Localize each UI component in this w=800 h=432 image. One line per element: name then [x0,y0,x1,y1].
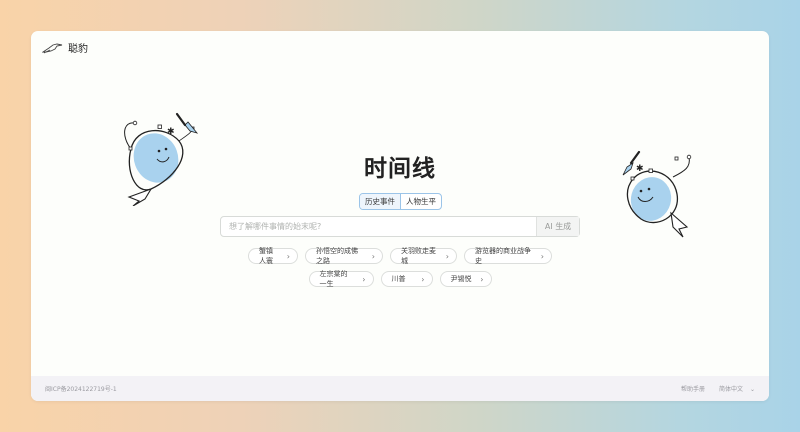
chevron-right-icon: › [480,274,484,284]
page-title: 时间线 [364,156,436,182]
chevron-right-icon: › [445,251,449,261]
suggestion-chip[interactable]: 尹锡悦 › [439,271,492,287]
language-selector[interactable]: 简体中文 ⌄ [719,384,755,393]
suggestion-chip[interactable]: 关羽败走麦城 › [390,247,457,265]
tab-person-biography[interactable]: 人物生平 [401,194,441,209]
chevron-right-icon: › [540,251,544,261]
brand-name: 聪豹 [68,44,88,55]
language-label: 简体中文 [719,386,744,393]
search-box: AI 生成 [220,216,580,237]
suggestion-label: 蟹镇人寰 [259,247,273,265]
suggestion-chip[interactable]: 游览器的商业战争史 › [464,247,552,265]
tab-history-events[interactable]: 历史事件 [360,194,401,209]
chevron-right-icon: › [421,274,425,284]
chevron-right-icon: › [362,274,366,284]
help-manual-link[interactable]: 帮助手册 [681,384,705,393]
suggestion-chip[interactable]: 左宗棠的一生 › [308,270,374,288]
suggestion-label: 游览器的商业战争史 [475,247,531,265]
suggestion-label: 孙悟空的成佛之路 [316,247,358,265]
chevron-down-icon: ⌄ [749,386,755,393]
chevron-right-icon: › [371,251,375,261]
search-input[interactable] [221,217,536,236]
suggestion-label: 川普 [391,275,406,283]
svg-text:✱: ✱ [167,127,175,137]
brand[interactable]: 聪豹 [42,40,88,55]
icp-license-link[interactable]: 闽ICP备2024122719号-1 [45,384,681,393]
footer: 闽ICP备2024122719号-1 帮助手册 简体中文 ⌄ [31,376,769,401]
main-card: 聪豹 ✱ ✱ 时间线 历史事件 人物生平 想了解哪件事情的始末呢? AI 生成 … [31,31,769,401]
suggestion-row-2: 左宗棠的一生 › 川普 › 尹锡悦 › [31,270,769,288]
suggestion-label: 尹锡悦 [450,275,472,283]
ai-generate-button[interactable]: AI 生成 [536,217,579,236]
bird-logo-icon [42,43,63,53]
suggestion-chip[interactable]: 蟹镇人寰 › [248,247,298,265]
suggestion-chip[interactable]: 孙悟空的成佛之路 › [305,247,383,265]
mode-tabs: 历史事件 人物生平 [359,193,442,210]
suggestion-chip[interactable]: 川普 › [380,271,433,287]
chevron-right-icon: › [286,251,290,261]
suggestion-row-1: 蟹镇人寰 › 孙悟空的成佛之路 › 关羽败走麦城 › 游览器的商业战争史 › [31,247,769,265]
suggestion-label: 左宗棠的一生 [319,270,348,288]
suggestion-label: 关羽败走麦城 [401,247,436,265]
